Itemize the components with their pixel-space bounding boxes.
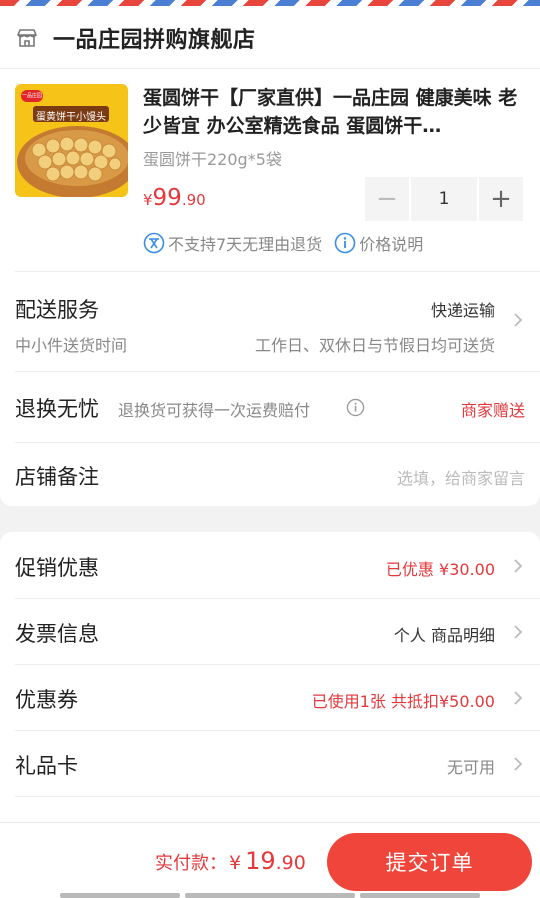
shop-name: 一品庄园拼购旗舰店: [53, 28, 256, 53]
info-icon[interactable]: [334, 232, 356, 254]
divider: [0, 68, 540, 69]
remark-row[interactable]: 店铺备注 选填，给商家留言: [15, 461, 525, 495]
giftcard-value: 无可用: [446, 758, 495, 777]
price-info-link[interactable]: 价格说明: [359, 231, 423, 255]
order-card: 一品庄园拼购旗舰店: [0, 6, 540, 506]
home-indicator: [360, 893, 480, 898]
no-return-icon: [143, 232, 165, 254]
divider: [15, 271, 540, 272]
no-return-text: 不支持7天无理由退货: [168, 235, 323, 254]
divider: [15, 796, 540, 797]
delivery-row[interactable]: 配送服务 快递运输 中小件送货时间 工作日、双休日与节假日均可送货: [15, 294, 525, 364]
chevron-right-icon: [514, 757, 523, 771]
coupon-row[interactable]: 优惠券 已使用1张 共抵扣¥50.00: [15, 684, 525, 714]
decrease-button[interactable]: −: [365, 177, 409, 221]
divider: [15, 664, 540, 665]
giftcard-title: 礼品卡: [15, 754, 78, 778]
coupon-title: 优惠券: [15, 688, 78, 712]
home-indicator: [185, 893, 355, 898]
chevron-right-icon: [514, 625, 523, 639]
product-image-badge: 一品庄园: [21, 93, 42, 99]
delivery-method: 快递运输: [430, 301, 495, 320]
product-price: ¥99.90: [143, 185, 206, 211]
service-notices: 不支持7天无理由退货 价格说明: [143, 231, 423, 255]
quantity-value[interactable]: 1: [411, 177, 477, 221]
price-decimal: .90: [181, 191, 206, 209]
payment-card: 促销优惠 已优惠 ¥30.00 发票信息 个人 商品明细 优惠券 已使用1张 共…: [0, 532, 540, 852]
product-title[interactable]: 蛋圆饼干【厂家直供】一品庄园 健康美味 老少皆宜 办公室精选食品 蛋圆饼干…: [143, 84, 518, 140]
price-integer: 99: [152, 185, 182, 211]
product-image[interactable]: 蛋黄饼干小馒头 一品庄园: [15, 84, 128, 197]
delivery-title: 配送服务: [15, 298, 99, 322]
divider: [15, 730, 540, 731]
product-image-label: 蛋黄饼干小馒头: [36, 112, 106, 123]
return-value: 商家赠送: [460, 401, 525, 420]
remark-title: 店铺备注: [15, 465, 99, 489]
return-insurance-row[interactable]: 退换无忧 退换货可获得一次运费赔付 商家赠送: [15, 393, 525, 423]
promotion-value: 已优惠 ¥30.00: [385, 560, 495, 579]
pay-currency: ¥: [229, 852, 242, 874]
delivery-schedule: 工作日、双休日与节假日均可送货: [254, 336, 495, 355]
delivery-sub: 中小件送货时间: [15, 336, 128, 355]
giftcard-row[interactable]: 礼品卡 无可用: [15, 750, 525, 780]
pay-integer: 19: [245, 847, 276, 875]
total-payment: 实付款： ¥19.90: [155, 847, 306, 875]
shop-header[interactable]: 一品庄园拼购旗舰店: [15, 22, 256, 54]
product-spec: 蛋圆饼干220g*5袋: [143, 150, 282, 169]
divider: [15, 442, 540, 443]
promotion-row[interactable]: 促销优惠 已优惠 ¥30.00: [15, 552, 525, 582]
remark-input[interactable]: 选填，给商家留言: [397, 465, 525, 489]
price-currency: ¥: [143, 191, 153, 209]
pay-label: 实付款：: [155, 853, 227, 874]
pay-decimal: .90: [275, 852, 306, 874]
chevron-right-icon: [514, 313, 523, 327]
return-desc: 退换货可获得一次运费赔付: [118, 401, 311, 420]
return-title: 退换无忧: [15, 397, 99, 421]
bottom-bar: 实付款： ¥19.90 提交订单: [0, 822, 540, 898]
divider: [15, 598, 540, 599]
chevron-right-icon: [514, 559, 523, 573]
promotion-title: 促销优惠: [15, 556, 99, 580]
chevron-right-icon: [514, 691, 523, 705]
invoice-title: 发票信息: [15, 622, 99, 646]
coupon-value: 已使用1张 共抵扣¥50.00: [311, 692, 495, 711]
home-indicator: [60, 893, 180, 898]
store-icon: [17, 29, 37, 47]
invoice-row[interactable]: 发票信息 个人 商品明细: [15, 618, 525, 648]
increase-button[interactable]: +: [479, 177, 523, 221]
quantity-stepper: − 1 +: [365, 177, 523, 221]
submit-order-button[interactable]: 提交订单: [327, 833, 532, 891]
invoice-value: 个人 商品明细: [393, 626, 495, 645]
divider: [15, 371, 540, 372]
info-icon[interactable]: [346, 398, 365, 417]
